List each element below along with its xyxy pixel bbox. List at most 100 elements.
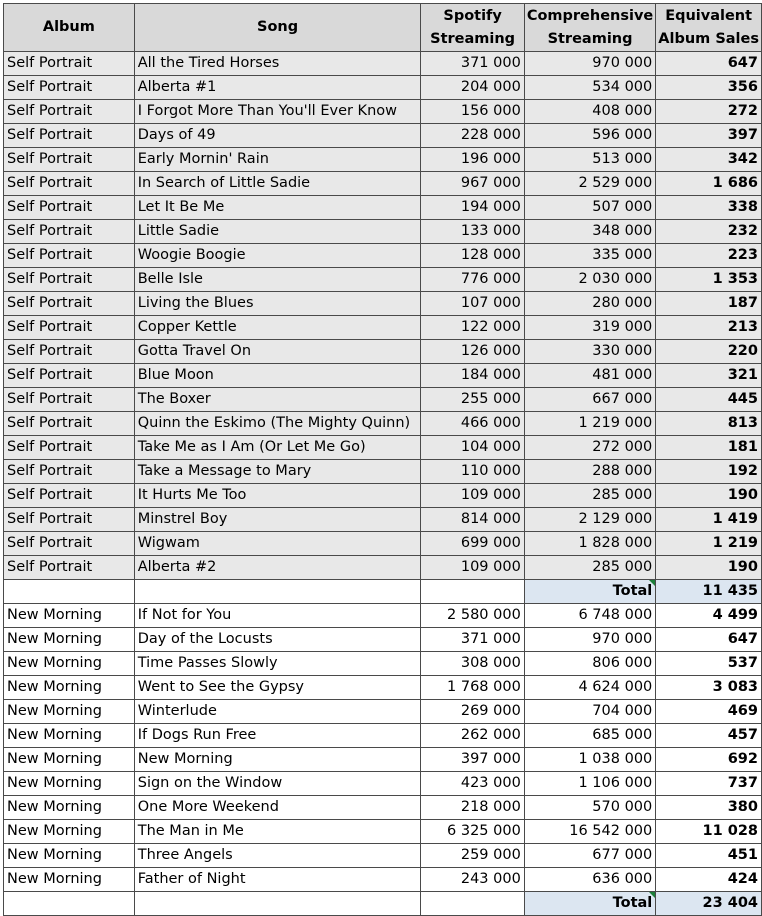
spotify-streaming-cell[interactable]: 2 580 000 (420, 603, 525, 628)
spotify-streaming-cell[interactable]: 109 000 (420, 483, 525, 508)
song-cell[interactable]: If Dogs Run Free (133, 723, 422, 748)
album-cell[interactable]: Self Portrait (3, 555, 135, 580)
album-cell[interactable]: Self Portrait (3, 75, 135, 100)
equivalent-album-sales-cell[interactable]: 223 (655, 243, 762, 268)
equivalent-album-sales-cell[interactable]: 813 (655, 411, 762, 436)
song-cell[interactable]: New Morning (133, 747, 422, 772)
spotify-streaming-cell[interactable]: 776 000 (420, 267, 525, 292)
song-cell[interactable]: Minstrel Boy (133, 507, 422, 532)
spotify-streaming-cell[interactable]: 255 000 (420, 387, 525, 412)
spotify-streaming-cell[interactable]: 156 000 (420, 99, 525, 124)
spotify-streaming-cell[interactable]: 262 000 (420, 723, 525, 748)
spotify-streaming-cell[interactable]: 204 000 (420, 75, 525, 100)
album-cell[interactable]: New Morning (3, 723, 135, 748)
spotify-streaming-cell[interactable]: 6 325 000 (420, 819, 525, 844)
empty-cell[interactable] (133, 891, 422, 916)
spotify-streaming-cell[interactable]: 107 000 (420, 291, 525, 316)
album-cell[interactable]: Self Portrait (3, 291, 135, 316)
equivalent-album-sales-cell[interactable]: 356 (655, 75, 762, 100)
album-cell[interactable]: Self Portrait (3, 315, 135, 340)
equivalent-album-sales-cell[interactable]: 451 (655, 843, 762, 868)
equivalent-album-sales-cell[interactable]: 220 (655, 339, 762, 364)
spotify-streaming-cell[interactable]: 423 000 (420, 771, 525, 796)
total-value[interactable]: 11 435 (655, 579, 762, 604)
equivalent-album-sales-cell[interactable]: 737 (655, 771, 762, 796)
album-cell[interactable]: Self Portrait (3, 507, 135, 532)
song-cell[interactable]: Alberta #2 (133, 555, 422, 580)
empty-cell[interactable] (420, 579, 525, 604)
comprehensive-streaming-cell[interactable]: 16 542 000 (523, 819, 657, 844)
spotify-streaming-cell[interactable]: 126 000 (420, 339, 525, 364)
song-cell[interactable]: Let It Be Me (133, 195, 422, 220)
spotify-streaming-cell[interactable]: 371 000 (420, 51, 525, 76)
comprehensive-streaming-cell[interactable]: 1 828 000 (523, 531, 657, 556)
comprehensive-streaming-cell[interactable]: 596 000 (523, 123, 657, 148)
spotify-streaming-cell[interactable]: 259 000 (420, 843, 525, 868)
equivalent-album-sales-cell[interactable]: 424 (655, 867, 762, 892)
empty-cell[interactable] (420, 891, 525, 916)
spotify-streaming-cell[interactable]: 196 000 (420, 147, 525, 172)
song-cell[interactable]: Wigwam (133, 531, 422, 556)
album-cell[interactable]: Self Portrait (3, 51, 135, 76)
album-cell[interactable]: Self Portrait (3, 435, 135, 460)
comprehensive-streaming-cell[interactable]: 636 000 (523, 867, 657, 892)
header-comprehensive-streaming[interactable]: Comprehensive Streaming (523, 3, 657, 52)
album-cell[interactable]: New Morning (3, 699, 135, 724)
comprehensive-streaming-cell[interactable]: 285 000 (523, 555, 657, 580)
album-cell[interactable]: New Morning (3, 747, 135, 772)
equivalent-album-sales-cell[interactable]: 1 686 (655, 171, 762, 196)
album-cell[interactable]: Self Portrait (3, 531, 135, 556)
comprehensive-streaming-cell[interactable]: 4 624 000 (523, 675, 657, 700)
spotify-streaming-cell[interactable]: 1 768 000 (420, 675, 525, 700)
song-cell[interactable]: Time Passes Slowly (133, 651, 422, 676)
equivalent-album-sales-cell[interactable]: 338 (655, 195, 762, 220)
equivalent-album-sales-cell[interactable]: 187 (655, 291, 762, 316)
comprehensive-streaming-cell[interactable]: 330 000 (523, 339, 657, 364)
empty-cell[interactable] (3, 579, 135, 604)
empty-cell[interactable] (133, 579, 422, 604)
album-cell[interactable]: Self Portrait (3, 195, 135, 220)
spotify-streaming-cell[interactable]: 371 000 (420, 627, 525, 652)
spotify-streaming-cell[interactable]: 218 000 (420, 795, 525, 820)
song-cell[interactable]: Take a Message to Mary (133, 459, 422, 484)
song-cell[interactable]: In Search of Little Sadie (133, 171, 422, 196)
spotify-streaming-cell[interactable]: 128 000 (420, 243, 525, 268)
comprehensive-streaming-cell[interactable]: 970 000 (523, 627, 657, 652)
comprehensive-streaming-cell[interactable]: 667 000 (523, 387, 657, 412)
comprehensive-streaming-cell[interactable]: 1 038 000 (523, 747, 657, 772)
album-cell[interactable]: New Morning (3, 795, 135, 820)
spotify-streaming-cell[interactable]: 133 000 (420, 219, 525, 244)
song-cell[interactable]: The Man in Me (133, 819, 422, 844)
equivalent-album-sales-cell[interactable]: 647 (655, 627, 762, 652)
song-cell[interactable]: It Hurts Me Too (133, 483, 422, 508)
comprehensive-streaming-cell[interactable]: 677 000 (523, 843, 657, 868)
spotify-streaming-cell[interactable]: 466 000 (420, 411, 525, 436)
spotify-streaming-cell[interactable]: 110 000 (420, 459, 525, 484)
comprehensive-streaming-cell[interactable]: 319 000 (523, 315, 657, 340)
comprehensive-streaming-cell[interactable]: 970 000 (523, 51, 657, 76)
header-song[interactable]: Song (133, 3, 422, 52)
comprehensive-streaming-cell[interactable]: 348 000 (523, 219, 657, 244)
total-value[interactable]: 23 404 (655, 891, 762, 916)
album-cell[interactable]: Self Portrait (3, 99, 135, 124)
equivalent-album-sales-cell[interactable]: 4 499 (655, 603, 762, 628)
equivalent-album-sales-cell[interactable]: 380 (655, 795, 762, 820)
equivalent-album-sales-cell[interactable]: 692 (655, 747, 762, 772)
equivalent-album-sales-cell[interactable]: 272 (655, 99, 762, 124)
equivalent-album-sales-cell[interactable]: 469 (655, 699, 762, 724)
equivalent-album-sales-cell[interactable]: 1 353 (655, 267, 762, 292)
album-cell[interactable]: New Morning (3, 819, 135, 844)
album-cell[interactable]: Self Portrait (3, 363, 135, 388)
comprehensive-streaming-cell[interactable]: 534 000 (523, 75, 657, 100)
song-cell[interactable]: Winterlude (133, 699, 422, 724)
equivalent-album-sales-cell[interactable]: 181 (655, 435, 762, 460)
equivalent-album-sales-cell[interactable]: 213 (655, 315, 762, 340)
comprehensive-streaming-cell[interactable]: 570 000 (523, 795, 657, 820)
total-label[interactable]: Total (523, 579, 657, 604)
equivalent-album-sales-cell[interactable]: 232 (655, 219, 762, 244)
comprehensive-streaming-cell[interactable]: 513 000 (523, 147, 657, 172)
song-cell[interactable]: Blue Moon (133, 363, 422, 388)
comprehensive-streaming-cell[interactable]: 685 000 (523, 723, 657, 748)
spotify-streaming-cell[interactable]: 194 000 (420, 195, 525, 220)
spotify-streaming-cell[interactable]: 699 000 (420, 531, 525, 556)
